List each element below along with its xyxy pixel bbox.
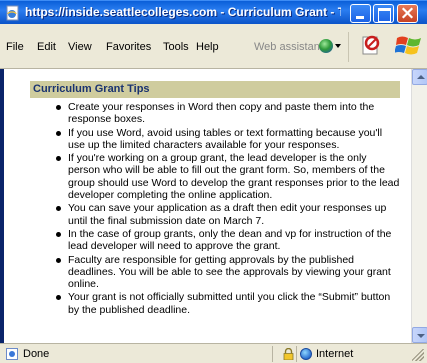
- browser-window: https://inside.seattlecolleges.com - Cur…: [0, 0, 427, 363]
- list-item: Faculty are responsible for getting appr…: [30, 254, 400, 291]
- page-status-icon: [6, 348, 18, 360]
- status-bar: Done Internet: [0, 343, 427, 363]
- windows-logo-icon: [395, 36, 421, 55]
- menu-tools[interactable]: Tools: [163, 41, 189, 53]
- scroll-down-button[interactable]: [412, 327, 427, 343]
- close-button[interactable]: [397, 4, 418, 23]
- close-icon: [401, 7, 414, 19]
- list-item: Your grant is not officially submitted u…: [30, 291, 400, 316]
- ie-page-icon: [6, 5, 19, 21]
- pdf-icon[interactable]: [361, 34, 381, 56]
- internet-zone-icon: [300, 348, 312, 360]
- security-zone-label: Internet: [316, 348, 354, 360]
- menu-favorites[interactable]: Favorites: [106, 41, 151, 53]
- lock-icon[interactable]: [283, 348, 294, 360]
- list-item: You can save your application as a draft…: [30, 202, 400, 227]
- maximize-button[interactable]: [373, 4, 394, 23]
- toolbar-separator: [348, 32, 349, 62]
- list-item: In the case of group grants, only the de…: [30, 228, 400, 253]
- resize-grip-icon[interactable]: [412, 349, 424, 361]
- list-item: Create your responses in Word then copy …: [30, 101, 400, 126]
- window-title: https://inside.seattlecolleges.com - Cur…: [25, 5, 341, 19]
- web-assistant-label[interactable]: Web assistant: [254, 41, 323, 53]
- status-divider: [296, 346, 297, 362]
- status-text: Done: [23, 348, 50, 360]
- menu-view[interactable]: View: [68, 41, 92, 53]
- page-title: Curriculum Grant Tips: [30, 81, 400, 98]
- minimize-button[interactable]: [350, 4, 371, 23]
- scroll-up-button[interactable]: [412, 69, 427, 85]
- menu-help[interactable]: Help: [196, 41, 219, 53]
- globe-icon[interactable]: [319, 39, 333, 53]
- menu-bar: File Edit View Favorites Tools Help Web …: [0, 24, 427, 69]
- menu-edit[interactable]: Edit: [37, 41, 56, 53]
- menu-file[interactable]: File: [6, 41, 24, 53]
- list-item: If you're working on a group grant, the …: [30, 152, 400, 201]
- status-divider: [272, 346, 273, 362]
- page-content: Curriculum Grant Tips Create your respon…: [0, 69, 411, 343]
- tips-list: Create your responses in Word then copy …: [30, 101, 400, 317]
- title-bar[interactable]: https://inside.seattlecolleges.com - Cur…: [0, 0, 427, 24]
- vertical-scrollbar[interactable]: [411, 69, 427, 343]
- list-item: If you use Word, avoid using tables or t…: [30, 127, 400, 152]
- chevron-down-icon[interactable]: [335, 44, 341, 48]
